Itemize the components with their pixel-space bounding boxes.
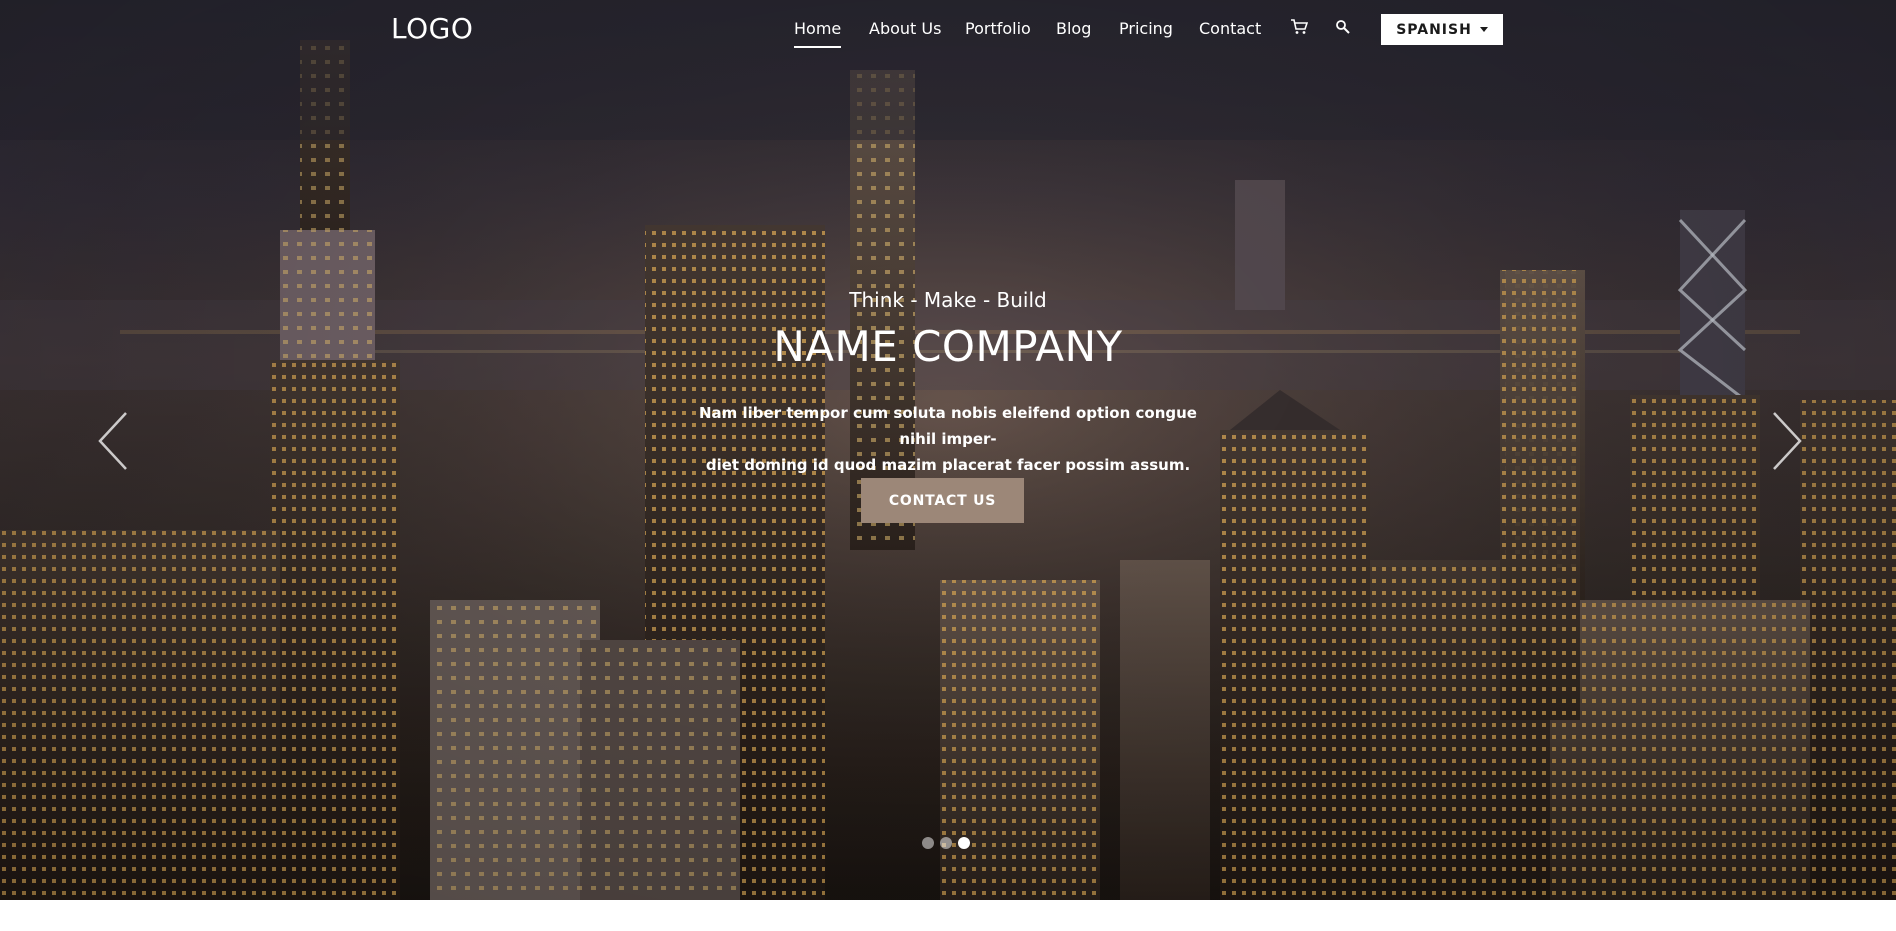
nav-item-portfolio[interactable]: Portfolio <box>965 19 1031 38</box>
caret-down-icon <box>1479 27 1488 32</box>
hero-tagline: Think - Make - Build <box>849 288 1047 312</box>
hero-description: Nam liber tempor cum soluta nobis eleife… <box>690 400 1206 478</box>
carousel-dot-3[interactable] <box>958 837 970 849</box>
cart-icon[interactable] <box>1290 19 1309 39</box>
hero-description-line-2: diet doming id quod mazim placerat facer… <box>705 456 1191 474</box>
nav-item-contact[interactable]: Contact <box>1199 19 1261 38</box>
hero-carousel: LOGO Home About Us Portfolio Blog Pricin… <box>0 0 1896 900</box>
search-icon[interactable] <box>1335 19 1351 39</box>
language-dropdown[interactable]: SPANISH <box>1381 14 1503 45</box>
hero-title: NAME COMPANY <box>773 322 1123 371</box>
carousel-dot-2[interactable] <box>940 837 952 849</box>
nav-item-about-us[interactable]: About Us <box>869 19 941 38</box>
carousel-dot-1[interactable] <box>922 837 934 849</box>
nav-item-home[interactable]: Home <box>794 19 842 48</box>
carousel-indicators <box>922 837 970 849</box>
carousel-prev-arrow-icon[interactable] <box>96 410 130 476</box>
hero-description-line-1: Nam liber tempor cum soluta nobis eleife… <box>699 404 1197 448</box>
logo[interactable]: LOGO <box>391 12 473 45</box>
nav-item-blog[interactable]: Blog <box>1056 19 1091 38</box>
language-label: SPANISH <box>1396 21 1472 38</box>
contact-us-button[interactable]: CONTACT US <box>861 478 1024 523</box>
nav-item-pricing[interactable]: Pricing <box>1119 19 1173 38</box>
carousel-next-arrow-icon[interactable] <box>1770 410 1804 476</box>
